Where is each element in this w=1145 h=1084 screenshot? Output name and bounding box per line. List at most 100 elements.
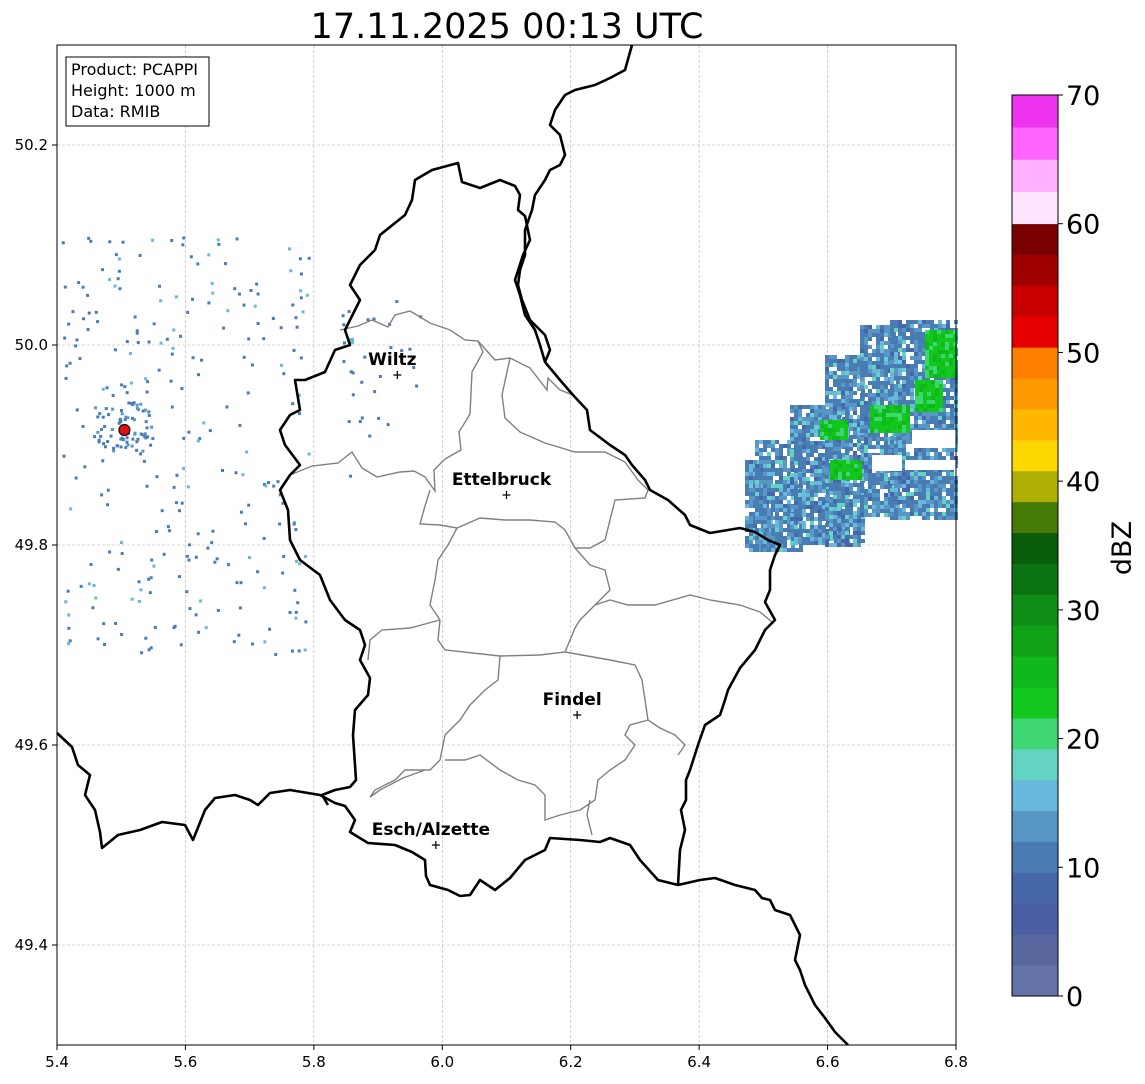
echo-cell [763,472,767,476]
echo-cell [868,469,872,473]
echo-cell [153,625,157,629]
echo-cell [178,509,182,513]
echo-cell [818,409,822,413]
echo-cell [910,504,914,508]
echo-cell [918,348,922,352]
echo-cell [810,413,814,417]
colorbar-segment [1012,810,1058,842]
echo-cell [934,516,938,520]
echo-cell [132,401,136,405]
colorbar-label: dBZ [1107,521,1138,575]
echo-cell [890,340,894,344]
echo-cell [818,465,822,469]
echo-cell [64,376,68,380]
echo-cell [941,330,945,334]
echo-cell [759,480,763,484]
echo-cell [794,437,798,441]
echo-cell [810,425,814,429]
echo-cell [790,473,794,477]
echo-cell [894,360,898,364]
echo-cell [884,485,888,489]
echo-cell [779,520,783,524]
echo-cell [853,363,857,367]
echo-cell [941,370,945,374]
echo-cell [845,447,849,451]
echo-cell [299,296,303,300]
echo-cell [806,481,810,485]
echo-cell [941,362,945,366]
echo-cell [771,448,775,452]
echo-cell [918,472,922,476]
echo-cell [876,481,880,485]
echo-cell [124,445,128,449]
echo-cell [946,516,950,520]
echo-cell [849,407,853,411]
echo-cell [872,377,876,381]
echo-cell [818,413,822,417]
echo-cell [794,537,798,541]
echo-cell [783,492,787,496]
echo-cell [906,429,910,433]
echo-cell [814,509,818,513]
echo-cell [933,338,937,342]
echo-cell [950,416,954,420]
echo-cell [930,492,934,496]
echo-cell [853,531,857,535]
echo-cell [884,449,888,453]
echo-cell [159,341,163,345]
echo-cell [930,448,934,452]
echo-cell [930,496,934,500]
echo-cell [853,451,857,455]
echo-cell [858,468,862,472]
echo-cell [297,649,301,653]
echo-cell [200,358,204,362]
echo-cell [854,476,858,480]
echo-cell [833,379,837,383]
echo-cell [902,352,906,356]
echo-cell [868,393,872,397]
echo-cell [938,484,942,488]
echo-cell [876,373,880,377]
echo-cell [860,445,864,449]
echo-cell [141,449,145,453]
echo-cell [790,489,794,493]
echo-cell [207,253,211,257]
echo-cell [860,373,864,377]
echo-cell [771,536,775,540]
echo-cell [825,359,829,363]
echo-cell [860,513,864,517]
echo-cell [172,485,176,489]
echo-cell [790,457,794,461]
echo-cell [864,505,868,509]
echo-cell [845,383,849,387]
echo-cell [208,429,212,433]
echo-cell [825,451,829,455]
colorbar-segment [1012,748,1058,781]
echo-cell [802,505,806,509]
echo-cell [830,460,834,464]
echo-cell [89,239,93,243]
echo-cell [802,541,806,545]
echo-cell [910,456,914,460]
echo-cell [798,537,802,541]
echo-cell [829,511,833,515]
echo-cell [838,476,842,480]
echo-cell [864,325,868,329]
echo-cell [937,362,941,366]
echo-cell [918,336,922,340]
echo-cell [868,457,872,461]
echo-cell [828,420,832,424]
echo-cell [794,497,798,501]
echo-cell [902,436,906,440]
echo-cell [282,554,286,558]
echo-cell [884,493,888,497]
echo-cell [874,421,878,425]
echo-cell [802,473,806,477]
echo-cell [870,413,874,417]
echo-cell [926,500,930,504]
echo-cell [915,388,919,392]
echo-cell [745,540,749,544]
echo-cell [775,516,779,520]
echo-cell [833,543,837,547]
echo-cell [884,373,888,377]
